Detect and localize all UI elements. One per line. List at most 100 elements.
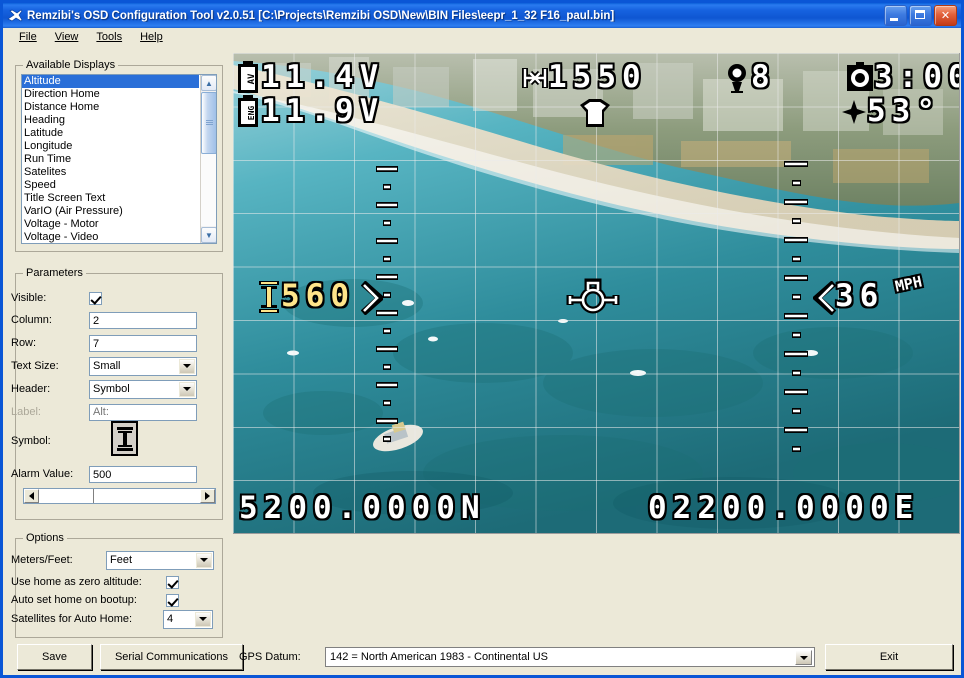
menu-tools-label: Tools xyxy=(96,31,123,43)
chevron-down-icon[interactable] xyxy=(196,552,212,568)
hscrollbar-track[interactable] xyxy=(94,489,200,503)
list-item[interactable]: Distance Home xyxy=(22,101,199,114)
chevron-down-icon[interactable] xyxy=(195,611,211,627)
altitude-symbol-icon xyxy=(259,281,279,313)
title-bar: Remzibi's OSD Configuration Tool v2.0.51… xyxy=(3,3,961,28)
osd-preview[interactable]: AV ENG 11.4V 11.9V 1550 8 3:0 53° 560 36… xyxy=(233,53,960,534)
list-item[interactable]: Speed xyxy=(22,179,199,192)
longitude-value: 02200.0000E xyxy=(646,489,920,528)
maximize-icon xyxy=(915,10,925,19)
menu-file[interactable]: File xyxy=(10,29,46,45)
available-displays-group: Available Displays Altitude Direction Ho… xyxy=(15,59,223,252)
compass-icon xyxy=(842,100,866,124)
list-item[interactable]: Title Screen Text xyxy=(22,192,199,205)
column-input[interactable]: 2 xyxy=(89,311,197,329)
available-displays-legend: Available Displays xyxy=(23,59,119,71)
header-row: Header: Symbol xyxy=(11,379,197,399)
battery-eng-icon: ENG xyxy=(238,95,258,127)
text-size-combo[interactable]: Small xyxy=(89,356,197,376)
chevron-down-icon[interactable] xyxy=(179,381,195,397)
close-button[interactable]: ✕ xyxy=(934,5,957,26)
menu-view[interactable]: View xyxy=(46,29,88,45)
scrollbar-thumb[interactable] xyxy=(201,92,216,154)
stopwatch-icon xyxy=(847,62,873,91)
label-field-input[interactable] xyxy=(89,403,197,421)
use-home-zero-label: Use home as zero altitude: xyxy=(11,576,142,588)
scroll-left-icon[interactable] xyxy=(24,489,39,503)
scroll-right-icon[interactable] xyxy=(200,489,215,503)
home-arrow-icon xyxy=(580,99,610,127)
latitude-value: 5200.0000N xyxy=(238,489,486,528)
text-size-value: Small xyxy=(93,360,121,372)
voltage-motor-value: 11.9V xyxy=(259,92,385,131)
menu-help[interactable]: Help xyxy=(131,29,172,45)
hscrollbar-thumb[interactable] xyxy=(39,489,94,503)
altitude-pointer-icon xyxy=(361,281,383,315)
row-input[interactable]: 7 xyxy=(89,334,197,352)
list-item[interactable]: Voltage - Motor xyxy=(22,218,199,231)
list-item[interactable]: Heading xyxy=(22,114,199,127)
voltage-video-value: 11.4V xyxy=(259,58,385,97)
minimize-icon xyxy=(890,18,898,21)
list-item[interactable]: VarIO (Air Pressure) xyxy=(22,205,199,218)
header-combo[interactable]: Symbol xyxy=(89,379,197,399)
window-title: Remzibi's OSD Configuration Tool v2.0.51… xyxy=(27,9,615,22)
scroll-up-icon[interactable]: ▲ xyxy=(201,75,216,91)
use-home-zero-checkbox[interactable] xyxy=(166,575,179,589)
plane-icon xyxy=(7,8,23,24)
list-item[interactable]: Satelites xyxy=(22,166,199,179)
meters-feet-combo[interactable]: Feet xyxy=(106,550,214,570)
satellites-auto-home-row: Satellites for Auto Home: 4 xyxy=(11,609,213,629)
meters-feet-row: Meters/Feet: Feet xyxy=(11,550,214,570)
satellites-auto-home-value: 4 xyxy=(167,613,174,625)
meters-feet-value: Feet xyxy=(110,554,133,566)
visible-label: Visible: xyxy=(11,292,47,304)
scroll-down-icon[interactable]: ▼ xyxy=(201,227,216,243)
visible-checkbox[interactable] xyxy=(89,291,102,305)
minimize-button[interactable] xyxy=(884,5,907,26)
menu-bar: File View Tools Help xyxy=(6,28,958,46)
altitude-symbol-icon[interactable] xyxy=(111,421,138,456)
alarm-value-input[interactable]: 500 xyxy=(89,465,197,483)
list-item[interactable]: Latitude xyxy=(22,127,199,140)
scrollbar-track[interactable] xyxy=(201,154,216,226)
speed-scale-icon xyxy=(784,161,808,452)
available-displays-listbox[interactable]: Altitude Direction Home Distance Home He… xyxy=(21,74,217,244)
alarm-value-row: Alarm Value: 500 xyxy=(11,465,197,483)
exit-button[interactable]: Exit xyxy=(825,644,953,670)
serial-communications-button[interactable]: Serial Communications xyxy=(100,644,243,670)
alarm-value-label: Alarm Value: xyxy=(11,468,74,480)
menu-file-label: File xyxy=(19,31,37,43)
satellites-auto-home-combo[interactable]: 4 xyxy=(163,609,213,629)
row-label: Row: xyxy=(11,337,37,349)
text-size-row: Text Size: Small xyxy=(11,356,197,376)
gps-datum-combo[interactable]: 142 = North American 1983 - Continental … xyxy=(325,647,815,667)
parameter-scrollbar[interactable] xyxy=(23,488,216,504)
auto-set-home-checkbox[interactable] xyxy=(166,593,179,607)
chevron-down-icon[interactable] xyxy=(795,650,812,665)
meters-feet-label: Meters/Feet: xyxy=(11,554,73,566)
list-item[interactable]: Longitude xyxy=(22,140,199,153)
distance-home-value: 1550 xyxy=(547,58,647,97)
list-item[interactable]: Altitude xyxy=(22,75,199,88)
svg-text:AV: AV xyxy=(247,73,257,84)
aircraft-crosshair-icon xyxy=(566,278,620,314)
symbol-label: Symbol: xyxy=(11,435,51,447)
save-button[interactable]: Save xyxy=(17,644,92,670)
gps-datum-label: GPS Datum: xyxy=(239,651,301,663)
available-displays-items: Altitude Direction Home Distance Home He… xyxy=(22,75,199,243)
maximize-button[interactable] xyxy=(909,5,932,26)
satellites-value: 8 xyxy=(750,58,776,97)
run-time-value: 3:00 xyxy=(873,58,959,97)
grip-icon xyxy=(205,120,213,126)
svg-text:ENG: ENG xyxy=(247,106,256,121)
list-item[interactable]: Voltage - Video xyxy=(22,231,199,243)
chevron-down-icon[interactable] xyxy=(179,358,195,374)
list-scrollbar[interactable]: ▲ ▼ xyxy=(200,75,216,243)
battery-av-icon: AV xyxy=(238,61,258,93)
menu-tools[interactable]: Tools xyxy=(87,29,131,45)
distance-icon xyxy=(522,68,548,88)
label-field-label: Label: xyxy=(11,406,41,418)
list-item[interactable]: Run Time xyxy=(22,153,199,166)
list-item[interactable]: Direction Home xyxy=(22,88,199,101)
